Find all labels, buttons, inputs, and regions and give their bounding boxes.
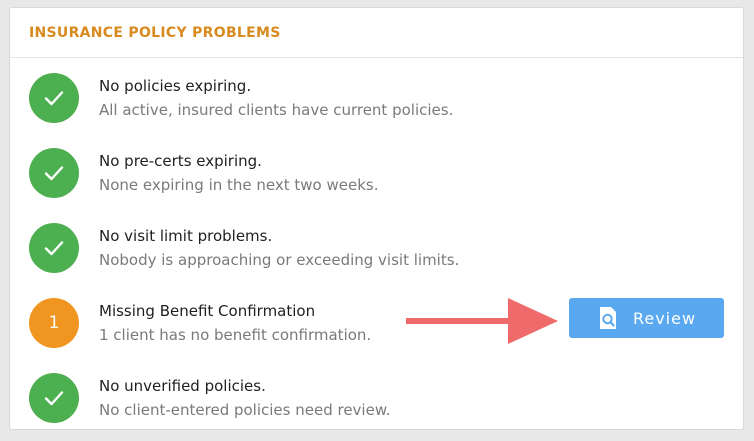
row-title: Missing Benefit Confirmation	[99, 302, 316, 320]
checkmark-icon	[29, 373, 79, 423]
problem-count: 1	[48, 313, 60, 333]
row-title: No pre-certs expiring.	[99, 152, 262, 170]
document-search-icon	[597, 306, 619, 330]
row-title: No policies expiring.	[99, 77, 252, 95]
row-subtitle: No client-entered policies need review.	[99, 401, 391, 419]
insurance-policy-problems-panel: INSURANCE POLICY PROBLEMS No policies ex…	[9, 7, 744, 430]
row-subtitle: All active, insured clients have current…	[99, 101, 454, 119]
row-subtitle: 1 client has no benefit confirmation.	[99, 326, 372, 344]
panel-title: INSURANCE POLICY PROBLEMS	[29, 24, 281, 41]
checkmark-icon	[29, 73, 79, 123]
review-button-label: Review	[632, 308, 697, 328]
list-item: No visit limit problems. Nobody is appro…	[10, 219, 743, 279]
row-subtitle: None expiring in the next two weeks.	[99, 176, 379, 194]
count-badge: 1	[29, 298, 79, 348]
review-button[interactable]: Review	[569, 298, 724, 338]
row-title: No visit limit problems.	[99, 227, 273, 245]
list-item: No pre-certs expiring. None expiring in …	[10, 144, 743, 204]
list-item: No unverified policies. No client-entere…	[10, 369, 743, 429]
list-item: No policies expiring. All active, insure…	[10, 69, 743, 129]
row-title: No unverified policies.	[99, 377, 266, 395]
arrow-right-icon	[406, 298, 558, 344]
checkmark-icon	[29, 223, 79, 273]
row-subtitle: Nobody is approaching or exceeding visit…	[99, 251, 460, 269]
panel-header: INSURANCE POLICY PROBLEMS	[10, 8, 743, 58]
checkmark-icon	[29, 148, 79, 198]
